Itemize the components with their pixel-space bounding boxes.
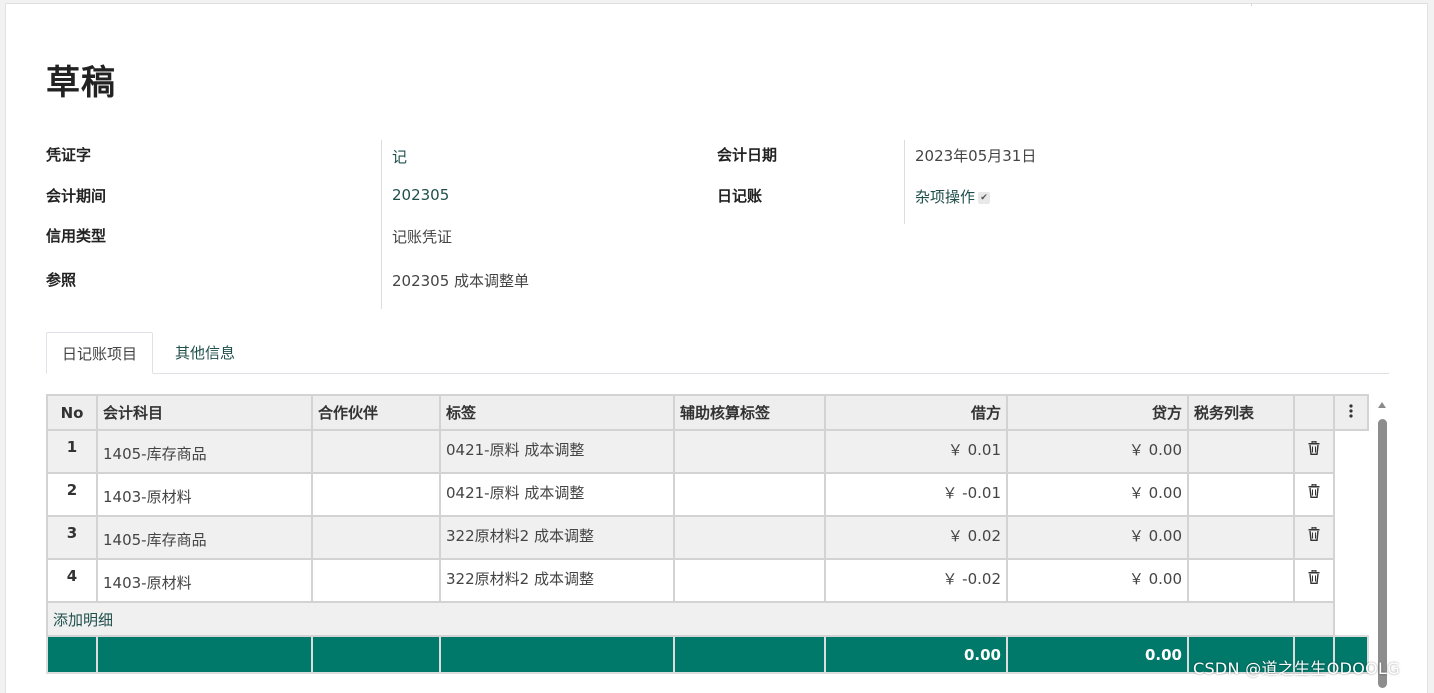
row-taxes[interactable] <box>1187 472 1295 517</box>
header-taxes[interactable]: 税务列表 <box>1187 394 1295 431</box>
tab-other-info[interactable]: 其他信息 <box>160 332 250 374</box>
credit-type-field[interactable]: 记账凭证 <box>392 226 452 247</box>
row-credit[interactable]: ￥ 0.00 <box>1006 472 1189 517</box>
row-account[interactable]: 1405-库存商品 <box>96 515 313 560</box>
header-credit[interactable]: 贷方 <box>1006 394 1189 431</box>
table-row[interactable]: 4 1403-原材料 322原材料2 成本调整 ￥ -0.02 ￥ 0.00 <box>46 558 1368 603</box>
row-taxes[interactable] <box>1187 429 1295 474</box>
row-taxes[interactable] <box>1187 558 1295 603</box>
watermark-text: CSDN @道之生生ODOOLG <box>1193 659 1400 678</box>
row-no: 2 <box>46 472 98 517</box>
column-menu-button[interactable] <box>1333 394 1369 431</box>
total-debit: 0.00 <box>824 635 1008 674</box>
journal-field[interactable]: 杂项操作 ✔ <box>915 186 991 207</box>
row-analytic[interactable] <box>673 472 826 517</box>
delete-row-button[interactable] <box>1293 472 1335 517</box>
totals-row: 0.00 0.00 <box>46 635 1369 674</box>
row-no: 3 <box>46 515 98 560</box>
header-no[interactable]: No <box>46 394 98 431</box>
row-account[interactable]: 1403-原材料 <box>96 472 313 517</box>
header-debit[interactable]: 借方 <box>824 394 1008 431</box>
total-credit: 0.00 <box>1006 635 1189 674</box>
date-label: 会计日期 <box>717 146 778 164</box>
journal-field-value: 杂项操作 <box>915 188 976 206</box>
credit-type-label: 信用类型 <box>46 227 107 245</box>
add-line-row: 添加明细 <box>46 601 1368 637</box>
row-taxes[interactable] <box>1187 515 1295 560</box>
table-row[interactable]: 1 1405-库存商品 0421-原料 成本调整 ￥ 0.01 ￥ 0.00 <box>46 429 1368 474</box>
row-label[interactable]: 0421-原料 成本调整 <box>439 472 675 517</box>
header-analytic[interactable]: 辅助核算标签 <box>673 394 826 431</box>
row-partner[interactable] <box>311 558 441 603</box>
header-label[interactable]: 标签 <box>439 394 675 431</box>
reference-field[interactable]: 202305 成本调整单 <box>392 270 529 291</box>
row-credit[interactable]: ￥ 0.00 <box>1006 515 1189 560</box>
header-account[interactable]: 会计科目 <box>96 394 313 431</box>
total-cell <box>96 635 313 674</box>
row-label[interactable]: 322原材料2 成本调整 <box>439 515 675 560</box>
row-no: 1 <box>46 429 98 474</box>
delete-row-button[interactable] <box>1293 558 1335 603</box>
left-column-separator <box>381 140 382 309</box>
voucher-type-field[interactable]: 记 <box>392 146 407 167</box>
row-partner[interactable] <box>311 429 441 474</box>
row-account[interactable]: 1403-原材料 <box>96 558 313 603</box>
voucher-type-label: 凭证字 <box>46 146 92 164</box>
trash-icon <box>1308 483 1320 498</box>
row-analytic[interactable] <box>673 429 826 474</box>
row-partner[interactable] <box>311 515 441 560</box>
total-cell <box>673 635 826 674</box>
top-border <box>6 3 1427 4</box>
total-cell <box>311 635 441 674</box>
delete-row-button[interactable] <box>1293 429 1335 474</box>
row-account[interactable]: 1405-库存商品 <box>96 429 313 474</box>
date-field[interactable]: 2023年05月31日 <box>915 145 1036 166</box>
top-border-tick <box>1251 3 1252 6</box>
check-dropdown-icon[interactable]: ✔ <box>978 191 991 204</box>
row-debit[interactable]: ￥ -0.02 <box>824 558 1008 603</box>
status-title: 草稿 <box>46 63 116 103</box>
row-debit[interactable]: ￥ 0.02 <box>824 515 1008 560</box>
scroll-up-arrow-icon[interactable] <box>1378 402 1386 408</box>
row-analytic[interactable] <box>673 558 826 603</box>
kebab-menu-icon <box>1349 403 1353 418</box>
right-column-separator <box>904 140 905 224</box>
tab-journal-items[interactable]: 日记账项目 <box>46 332 154 374</box>
row-no: 4 <box>46 558 98 603</box>
journal-items-table: No 会计科目 合作伙伴 标签 辅助核算标签 借方 贷方 税务列表 1 1405… <box>46 394 1369 674</box>
row-credit[interactable]: ￥ 0.00 <box>1006 429 1189 474</box>
row-debit[interactable]: ￥ -0.01 <box>824 472 1008 517</box>
vertical-scrollbar-thumb[interactable] <box>1378 419 1387 688</box>
form-sheet: 草稿 凭证字 记 会计期间 202305 信用类型 记账凭证 参照 202305… <box>5 3 1428 693</box>
row-debit[interactable]: ￥ 0.01 <box>824 429 1008 474</box>
trash-icon <box>1308 440 1320 455</box>
header-partner[interactable]: 合作伙伴 <box>311 394 441 431</box>
row-label[interactable]: 322原材料2 成本调整 <box>439 558 675 603</box>
row-partner[interactable] <box>311 472 441 517</box>
row-spacer <box>1334 473 1368 516</box>
period-field[interactable]: 202305 <box>392 186 449 204</box>
row-analytic[interactable] <box>673 515 826 560</box>
row-spacer <box>1334 559 1368 602</box>
reference-label: 参照 <box>46 271 77 289</box>
notebook-tabs: 日记账项目 其他信息 <box>46 332 1389 374</box>
table-header-row: No 会计科目 合作伙伴 标签 辅助核算标签 借方 贷方 税务列表 <box>46 394 1369 431</box>
trash-icon <box>1308 526 1320 541</box>
row-credit[interactable]: ￥ 0.00 <box>1006 558 1189 603</box>
table-row[interactable]: 2 1403-原材料 0421-原料 成本调整 ￥ -0.01 ￥ 0.00 <box>46 472 1368 517</box>
row-spacer <box>1334 516 1368 559</box>
trash-icon <box>1308 569 1320 584</box>
period-label: 会计期间 <box>46 187 107 205</box>
table-row[interactable]: 3 1405-库存商品 322原材料2 成本调整 ￥ 0.02 ￥ 0.00 <box>46 515 1368 560</box>
header-actions <box>1293 394 1335 431</box>
journal-label: 日记账 <box>717 187 763 205</box>
row-spacer <box>1334 602 1368 636</box>
row-spacer <box>1334 430 1368 473</box>
row-label[interactable]: 0421-原料 成本调整 <box>439 429 675 474</box>
add-line-link[interactable]: 添加明细 <box>46 601 1335 637</box>
delete-row-button[interactable] <box>1293 515 1335 560</box>
total-cell <box>46 635 98 674</box>
total-cell <box>439 635 675 674</box>
